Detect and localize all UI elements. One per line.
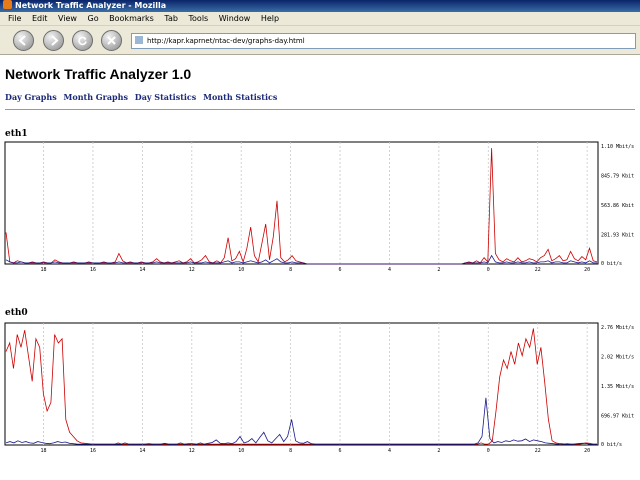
- menu-edit[interactable]: Edit: [32, 14, 48, 23]
- x-tick-label: 14: [139, 448, 145, 453]
- page-title: Network Traffic Analyzer 1.0: [5, 66, 192, 82]
- y-tick-label: 2.76 Mbit/s: [601, 325, 634, 331]
- x-tick-label: 18: [41, 448, 47, 453]
- page-icon: [135, 36, 143, 44]
- reload-icon: [78, 36, 87, 46]
- url-bar[interactable]: [131, 33, 636, 49]
- traffic-in-line: [5, 148, 598, 265]
- traffic-chart-svg: 18 16 14 12 10 8 6 4 2 0 22 202.76 Mbit/s2.02 Mbit/…: [4, 322, 634, 453]
- y-tick-label: 845.79 Kbit/s: [601, 174, 634, 180]
- stop-button[interactable]: [101, 30, 122, 51]
- y-tick-label: 1.35 Mbit/s: [601, 384, 634, 390]
- x-tick-label: 16: [90, 448, 96, 453]
- link-day-statistics[interactable]: Day Statistics: [135, 92, 197, 102]
- interface-label-eth1: eth1: [5, 129, 28, 139]
- y-tick-label: 0 bit/s: [601, 261, 622, 267]
- x-tick-label: 18: [41, 267, 47, 272]
- x-tick-label: 2: [437, 448, 440, 453]
- graph-nav-links: Day Graphs Month Graphs Day Statistics M…: [5, 92, 281, 102]
- menu-help[interactable]: Help: [261, 14, 279, 23]
- menu-bookmarks[interactable]: Bookmarks: [109, 14, 154, 23]
- y-tick-label: 1.10 Mbit/s: [601, 144, 634, 150]
- window-title: Network Traffic Analyzer - Mozilla: [15, 1, 167, 10]
- reload-button[interactable]: [72, 30, 93, 51]
- url-input[interactable]: [147, 34, 607, 48]
- link-day-graphs[interactable]: Day Graphs: [5, 92, 57, 102]
- x-tick-label: 12: [189, 267, 195, 272]
- forward-button[interactable]: [43, 30, 64, 51]
- x-tick-label: 2: [437, 267, 440, 272]
- x-tick-label: 4: [388, 448, 391, 453]
- x-tick-label: 22: [535, 448, 541, 453]
- menu-go[interactable]: Go: [88, 14, 99, 23]
- forward-icon: [51, 35, 59, 46]
- x-tick-label: 12: [189, 448, 195, 453]
- navigation-toolbar: [0, 26, 640, 55]
- traffic-out-line: [5, 397, 597, 445]
- y-tick-label: 2.02 Mbit/s: [601, 355, 634, 361]
- y-tick-label: 0 bit/s: [601, 442, 622, 448]
- y-tick-label: 281.93 Kbit/s: [601, 233, 634, 239]
- x-tick-label: 0: [487, 267, 490, 272]
- menu-window[interactable]: Window: [219, 14, 251, 23]
- menu-tools[interactable]: Tools: [189, 14, 209, 23]
- y-tick-label: 696.97 Kbit/s: [601, 414, 634, 420]
- link-month-statistics[interactable]: Month Statistics: [203, 92, 277, 102]
- x-tick-label: 22: [535, 267, 541, 272]
- menubar: File Edit View Go Bookmarks Tab Tools Wi…: [0, 12, 640, 26]
- x-tick-label: 0: [487, 448, 490, 453]
- x-tick-label: 8: [289, 448, 292, 453]
- link-month-graphs[interactable]: Month Graphs: [64, 92, 128, 102]
- window-titlebar: Network Traffic Analyzer - Mozilla: [0, 0, 640, 12]
- menu-view[interactable]: View: [58, 14, 77, 23]
- x-tick-label: 16: [90, 267, 96, 272]
- traffic-in-line: [5, 328, 597, 445]
- x-tick-label: 10: [238, 267, 244, 272]
- x-tick-label: 6: [339, 267, 342, 272]
- stop-icon: [107, 36, 116, 45]
- x-tick-label: 4: [388, 267, 391, 272]
- back-icon: [18, 35, 26, 46]
- y-tick-label: 563.86 Kbit/s: [601, 203, 634, 209]
- x-tick-label: 10: [238, 448, 244, 453]
- menu-file[interactable]: File: [8, 14, 21, 23]
- x-tick-label: 20: [584, 448, 590, 453]
- traffic-graph-eth1: 18 16 14 12 10 8 6 4 2 0 22 20 1.10 Mbit/s 845.79 Kbi…: [4, 140, 634, 272]
- back-button[interactable]: [13, 30, 34, 51]
- x-tick-label: 20: [584, 267, 590, 272]
- traffic-graph-eth0: 18 16 14 12 10 8 6 4 2 0 22 20 2.76 Mbit/s 2.02 Mbit/…: [4, 321, 634, 453]
- plot-frame: [4, 322, 599, 446]
- x-tick-label: 14: [139, 267, 145, 272]
- x-tick-label: 8: [289, 267, 292, 272]
- plot-frame: [4, 141, 599, 265]
- interface-label-eth0: eth0: [5, 308, 28, 318]
- x-tick-label: 6: [339, 448, 342, 453]
- menu-tab[interactable]: Tab: [164, 14, 178, 23]
- traffic-chart-svg: 18 16 14 12 10 8 6 4 2 0 22 201.10 Mbit/s845.79 Kbi…: [4, 141, 634, 272]
- divider: [5, 109, 635, 110]
- mozilla-icon: [3, 0, 12, 9]
